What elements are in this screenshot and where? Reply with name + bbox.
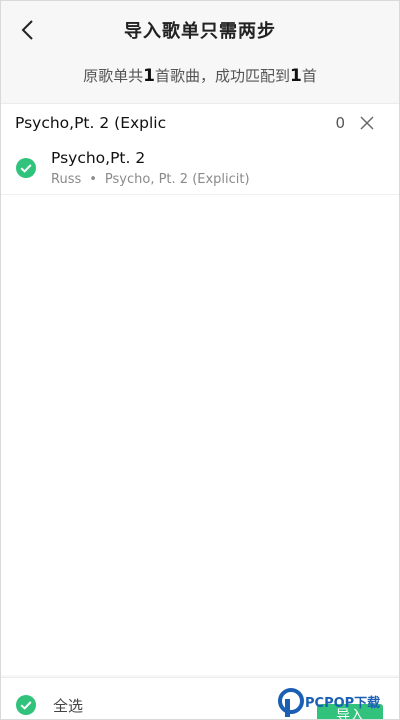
song-title: Psycho,Pt. 2 <box>51 149 146 167</box>
song-album: Psycho, Pt. 2 (Explicit) <box>104 172 250 187</box>
close-icon <box>360 116 374 130</box>
song-artist: Russ <box>51 172 82 187</box>
bottom-bar: 全选 导入 <box>1 677 399 719</box>
match-summary: 原歌单共1首歌曲，成功匹配到1首 <box>1 65 399 86</box>
check-circle-icon[interactable] <box>15 157 37 179</box>
select-all-toggle[interactable]: 全选 <box>15 694 83 716</box>
song-meta: Russ • Psycho, Pt. 2 (Explicit) <box>51 172 250 187</box>
search-query[interactable]: Psycho,Pt. 2 (Explic <box>15 114 166 132</box>
search-row[interactable]: Psycho,Pt. 2 (Explic 0 <box>1 103 399 143</box>
check-circle-icon[interactable] <box>15 694 37 716</box>
summary-middle: 首歌曲，成功匹配到 <box>154 67 290 85</box>
select-all-label: 全选 <box>53 696 84 715</box>
import-button[interactable]: 导入 <box>317 704 383 719</box>
summary-total-count: 1 <box>143 66 155 86</box>
clear-button[interactable] <box>357 113 377 133</box>
song-list: Psycho,Pt. 2 Russ • Psycho, Pt. 2 (Explici… <box>1 142 399 675</box>
meta-separator: • <box>89 172 97 187</box>
summary-suffix: 首 <box>301 67 317 85</box>
summary-prefix: 原歌单共 <box>83 67 144 85</box>
app-frame: 导入歌单只需两步 原歌单共1首歌曲，成功匹配到1首 Psycho,Pt. 2 (… <box>0 0 400 720</box>
page-title: 导入歌单只需两步 <box>124 21 276 42</box>
header: 导入歌单只需两步 <box>1 1 399 59</box>
list-item[interactable]: Psycho,Pt. 2 Russ • Psycho, Pt. 2 (Explici… <box>1 142 399 195</box>
summary-matched-count: 1 <box>290 66 302 86</box>
search-count: 0 <box>335 114 345 132</box>
